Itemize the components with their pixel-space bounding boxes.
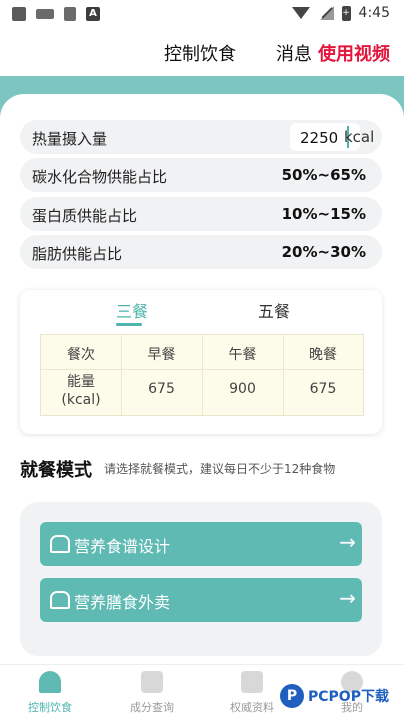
calorie-row: 热量摄入量 2250 kcal <box>20 120 382 154</box>
book-notification-icon <box>64 7 76 21</box>
arrow-right-icon: → <box>339 530 356 554</box>
video-play-icon <box>141 671 163 693</box>
calorie-input-value[interactable]: 2250 <box>300 129 338 147</box>
status-time: 4:45 <box>358 5 390 21</box>
keyboard-notification-icon <box>36 9 54 19</box>
status-bar: A + 4:45 <box>0 0 404 30</box>
dining-mode-title: 就餐模式 <box>20 460 92 481</box>
recipe-design-button[interactable]: 营养食谱设计 → <box>40 522 362 566</box>
dining-mode-hint: 请选择就餐模式，建议每日不少于12种食物 <box>104 462 336 476</box>
carb-ratio-value: 50%~65% <box>281 166 366 184</box>
table-header-meal: 餐次 <box>67 347 95 363</box>
food-basket-icon <box>50 591 70 609</box>
table-header-lunch: 午餐 <box>228 347 257 363</box>
protein-ratio-row[interactable]: 蛋白质供能占比 10%~15% <box>20 197 382 231</box>
book-icon <box>241 671 263 693</box>
app-notification-icon: A <box>86 7 100 21</box>
protein-ratio-value: 10%~15% <box>281 205 366 223</box>
nav-ingredient-query-label: 成分查询 <box>130 701 174 714</box>
image-notification-icon <box>12 7 26 21</box>
no-signal-icon <box>318 6 334 20</box>
table-header-dinner: 晚餐 <box>309 347 337 363</box>
meal-delivery-label: 营养膳食外卖 <box>74 593 171 612</box>
meal-plan-card: 三餐 五餐 餐次 早餐 午餐 晚餐 能量 (kcal) 675 900 675 <box>20 290 382 434</box>
nav-diet-control[interactable]: 控制饮食 <box>10 671 90 715</box>
meal-delivery-button[interactable]: 营养膳食外卖 → <box>40 578 362 622</box>
food-cloche-icon <box>39 671 61 693</box>
nav-ingredient-query[interactable]: 成分查询 <box>112 671 192 715</box>
arrow-right-icon: → <box>339 586 356 610</box>
recipe-design-label: 营养食谱设计 <box>74 537 171 556</box>
food-basket-icon <box>50 535 70 553</box>
tab-five-meals[interactable]: 五餐 <box>258 298 290 322</box>
dining-mode-box: 营养食谱设计 → 营养膳食外卖 → <box>20 502 382 656</box>
app-header: 控制饮食 消息 使用视频 <box>0 30 404 74</box>
carb-ratio-row[interactable]: 碳水化合物供能占比 50%~65% <box>20 158 382 192</box>
protein-ratio-label: 蛋白质供能占比 <box>32 207 138 225</box>
table-row-label-energy: 能量 (kcal) <box>61 374 101 408</box>
messages-link[interactable]: 消息 <box>276 40 312 66</box>
table-header-breakfast: 早餐 <box>147 347 176 363</box>
meal-energy-table: 餐次 早餐 午餐 晚餐 能量 (kcal) 675 900 675 <box>40 334 364 416</box>
watermark-logo-icon: P <box>280 684 304 708</box>
fat-ratio-row[interactable]: 脂肪供能占比 20%~30% <box>20 235 382 269</box>
nav-diet-control-label: 控制饮食 <box>28 701 72 714</box>
active-tab-indicator <box>116 323 142 326</box>
breakfast-energy: 675 <box>148 381 175 397</box>
dinner-energy: 675 <box>309 381 337 397</box>
usage-video-link[interactable]: 使用视频 <box>318 40 390 66</box>
calorie-unit: kcal <box>344 128 375 146</box>
watermark: P PCPOP下载 <box>280 684 404 720</box>
watermark-text: PCPOP下载 <box>308 689 389 705</box>
fat-ratio-label: 脂肪供能占比 <box>32 245 123 263</box>
wifi-icon <box>291 7 310 19</box>
page-title: 控制饮食 <box>164 44 236 65</box>
battery-charging-icon: + <box>341 5 351 21</box>
fat-ratio-value: 20%~30% <box>281 243 366 261</box>
calorie-label: 热量摄入量 <box>32 130 108 148</box>
carb-ratio-label: 碳水化合物供能占比 <box>32 168 168 186</box>
tab-three-meals[interactable]: 三餐 <box>116 298 148 322</box>
lunch-energy: 900 <box>229 381 256 397</box>
